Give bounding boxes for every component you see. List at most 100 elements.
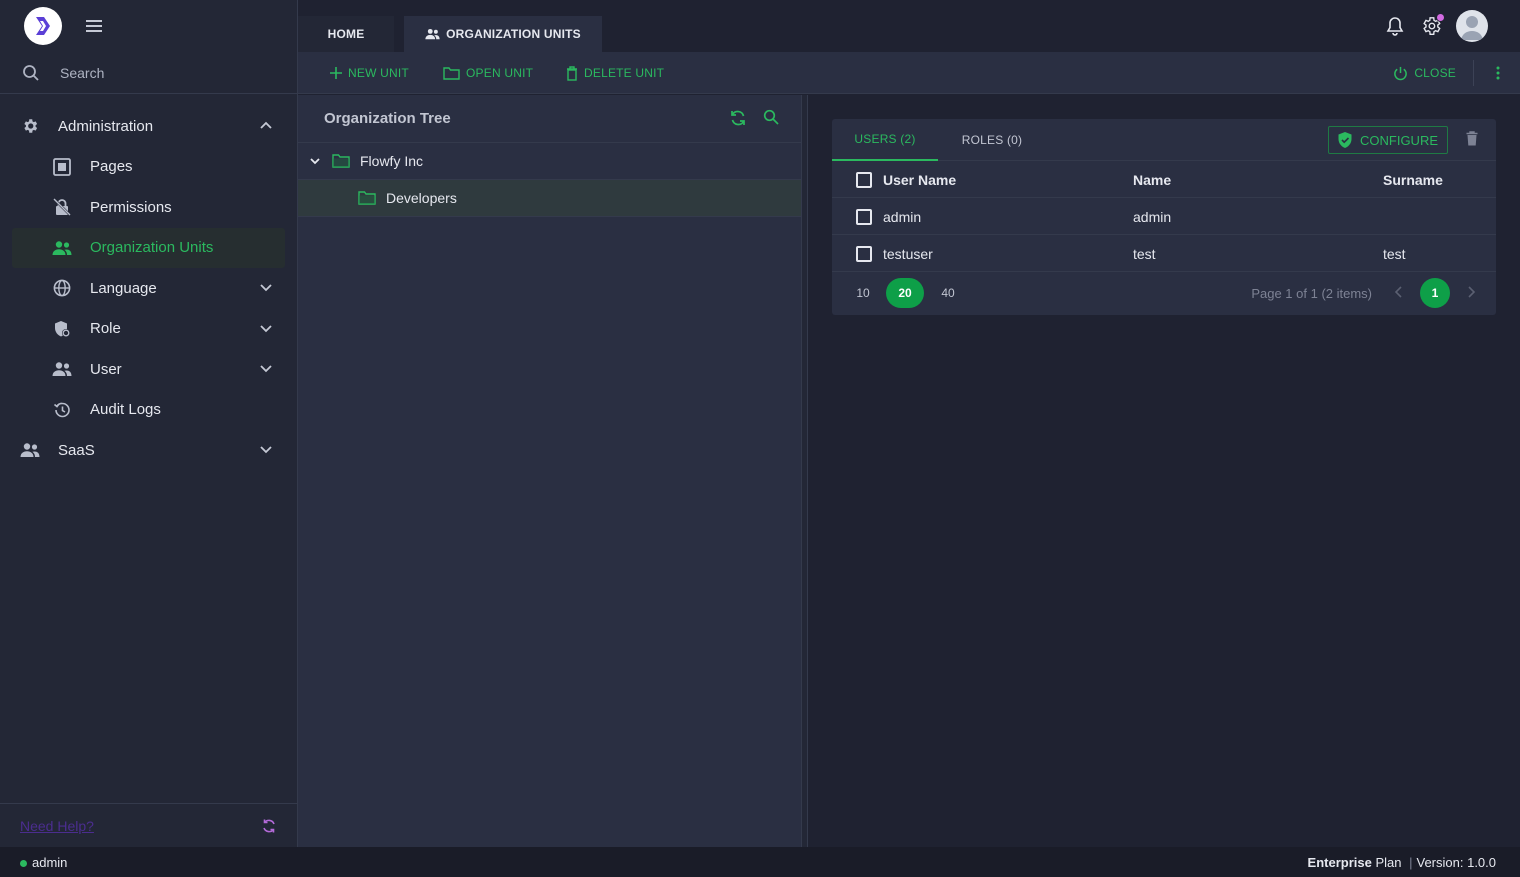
sidebar-item-administration[interactable]: Administration	[0, 106, 297, 147]
sidebar-item-label: Permissions	[90, 198, 172, 216]
table-cell: admin	[883, 208, 922, 225]
search-icon	[22, 64, 40, 82]
version-text: Version: 1.0.0	[1416, 854, 1497, 870]
table-row[interactable]: admin admin	[832, 198, 1496, 235]
tree-node-label: Developers	[386, 190, 457, 206]
members-tabs: USERS (2) ROLES (0) CONFIGURE	[832, 119, 1496, 161]
delete-unit-button[interactable]: DELETE UNIT	[566, 52, 664, 94]
folder-icon	[443, 66, 460, 80]
online-status-dot	[20, 859, 27, 867]
configure-button[interactable]: CONFIGURE	[1328, 126, 1448, 154]
need-help-link[interactable]: Need Help?	[20, 818, 94, 834]
members-area: USERS (2) ROLES (0) CONFIGURE User Name …	[808, 95, 1520, 847]
column-header[interactable]: Surname	[1383, 161, 1443, 198]
pager: 10 20 40 Page 1 of 1 (2 items) 1	[832, 272, 1496, 314]
app-logo[interactable]	[24, 7, 62, 45]
sidebar-item-organization-units[interactable]: Organization Units	[12, 227, 285, 268]
new-unit-label: NEW UNIT	[348, 66, 409, 80]
search-bar[interactable]: Search	[0, 52, 297, 94]
more-options-icon[interactable]	[1496, 52, 1500, 94]
tab-organization-units[interactable]: ORGANIZATION UNITS	[404, 16, 602, 52]
tab-label: USERS (2)	[854, 132, 916, 146]
power-icon	[1393, 66, 1408, 81]
row-checkbox[interactable]	[856, 209, 872, 225]
saas-icon	[20, 440, 40, 460]
tab-label: HOME	[327, 27, 365, 41]
top-actions	[1384, 10, 1488, 42]
chevron-down-icon[interactable]	[308, 154, 322, 168]
sidebar-item-user[interactable]: User	[0, 349, 297, 390]
sidebar: Search Administration Pages Permissions	[0, 0, 298, 847]
table-row[interactable]: testuser test test	[832, 235, 1496, 272]
pages-icon	[52, 157, 72, 177]
sidebar-nav: Administration Pages Permissions Organiz…	[0, 94, 297, 471]
settings-gear-icon[interactable]	[1420, 13, 1445, 37]
sidebar-item-label: Language	[90, 279, 157, 297]
shield-check-icon	[1338, 132, 1352, 148]
page-size-option[interactable]: 40	[934, 278, 962, 308]
sidebar-item-permissions[interactable]: Permissions	[0, 187, 297, 228]
toolbar-divider	[1473, 60, 1474, 86]
sidebar-item-pages[interactable]: Pages	[0, 147, 297, 188]
select-all-checkbox[interactable]	[856, 172, 872, 188]
open-unit-label: OPEN UNIT	[466, 66, 534, 80]
page-size-option[interactable]: 10	[850, 278, 876, 308]
table-cell: testuser	[883, 245, 933, 262]
column-header[interactable]: User Name	[883, 161, 956, 198]
chevron-right-icon[interactable]	[1466, 285, 1476, 299]
column-header[interactable]: Name	[1133, 161, 1171, 198]
table-cell: test	[1133, 245, 1156, 262]
close-button[interactable]: CLOSE	[1393, 52, 1456, 94]
row-checkbox[interactable]	[856, 246, 872, 262]
people-icon	[425, 28, 440, 40]
tree-node-label: Flowfy Inc	[360, 153, 424, 169]
tab-home[interactable]: HOME	[298, 16, 394, 52]
sidebar-item-label: Pages	[90, 158, 133, 176]
open-unit-button[interactable]: OPEN UNIT	[443, 52, 533, 94]
page-size-option-selected[interactable]: 20	[886, 278, 924, 308]
refresh-icon[interactable]	[261, 818, 277, 834]
tree-node-child[interactable]: Developers	[298, 180, 801, 217]
close-label: CLOSE	[1414, 66, 1456, 80]
notification-dot	[1436, 13, 1445, 22]
tab-roles[interactable]: ROLES (0)	[948, 119, 1036, 161]
chevron-left-icon[interactable]	[1394, 285, 1404, 299]
sidebar-item-saas[interactable]: SaaS	[0, 430, 297, 471]
delete-unit-label: DELETE UNIT	[584, 66, 665, 80]
plan-suffix: Plan	[1371, 854, 1402, 870]
sync-icon[interactable]	[729, 109, 747, 127]
footer: admin Enterprise Plan | Version: 1.0.0	[0, 847, 1520, 877]
page-number-current[interactable]: 1	[1420, 278, 1450, 308]
sidebar-item-label: Audit Logs	[90, 401, 161, 419]
sidebar-item-label: Role	[90, 320, 121, 338]
menu-toggle-icon[interactable]	[86, 20, 102, 32]
table-cell: admin	[1133, 208, 1172, 225]
sidebar-item-label: Organization Units	[90, 239, 214, 257]
members-card: USERS (2) ROLES (0) CONFIGURE User Name …	[832, 119, 1496, 315]
tree-title: Organization Tree	[324, 110, 451, 127]
bell-icon[interactable]	[1384, 15, 1406, 37]
plus-icon	[330, 67, 342, 79]
table-header: User Name Name Surname	[832, 161, 1496, 198]
sidebar-item-language[interactable]: Language	[0, 268, 297, 309]
top-bar: HOME ORGANIZATION UNITS	[298, 0, 1520, 52]
chevron-down-icon	[259, 321, 273, 335]
help-bar: Need Help?	[0, 803, 297, 847]
avatar[interactable]	[1456, 10, 1488, 42]
search-icon[interactable]	[763, 109, 779, 127]
sidebar-item-label: Administration	[58, 117, 154, 135]
footer-plan: Enterprise Plan | Version: 1.0.0	[1308, 855, 1496, 870]
search-input[interactable]: Search	[60, 65, 104, 81]
sidebar-item-role[interactable]: Role	[0, 309, 297, 350]
tree-node-root[interactable]: Flowfy Inc	[298, 143, 801, 180]
new-unit-button[interactable]: NEW UNIT	[330, 52, 409, 94]
folder-icon	[332, 154, 350, 168]
tree-header: Organization Tree	[298, 95, 801, 143]
tab-users[interactable]: USERS (2)	[832, 119, 938, 161]
sidebar-item-audit-logs[interactable]: Audit Logs	[0, 390, 297, 431]
organization-tree-panel: Organization Tree Flowfy Inc Developers	[298, 95, 802, 847]
folder-icon	[358, 191, 376, 205]
users-icon	[52, 359, 72, 379]
brand-bar	[0, 0, 297, 52]
trash-icon[interactable]	[1466, 131, 1478, 146]
